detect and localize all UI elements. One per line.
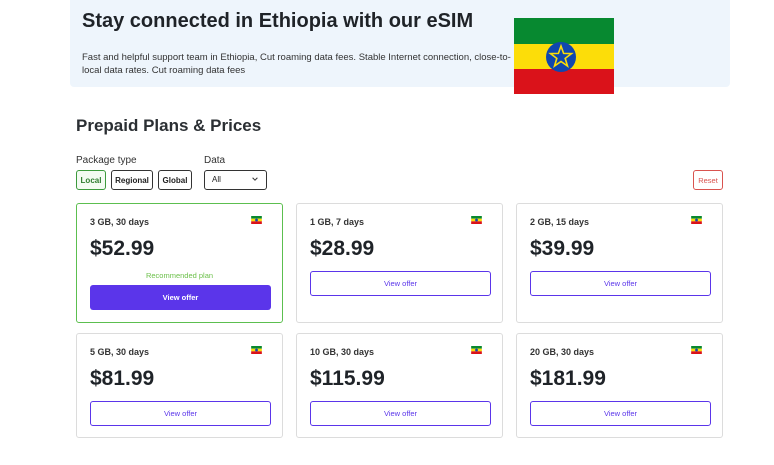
ethiopia-flag-icon [691, 346, 702, 354]
plan-subtitle: 5 GB, 30 days [90, 347, 150, 357]
ethiopia-flag-icon [471, 346, 482, 354]
view-offer-button[interactable]: View offer [310, 401, 491, 426]
view-offer-button[interactable]: View offer [90, 285, 271, 310]
plan-subtitle: 20 GB, 30 days [530, 347, 595, 357]
plan-price: $52.99 [90, 237, 155, 260]
package-type-label: Package type [76, 155, 137, 166]
view-offer-button[interactable]: View offer [310, 271, 491, 296]
ethiopia-flag-icon [251, 346, 262, 354]
data-select-value: All [212, 175, 221, 184]
plan-card: 2 GB, 15 days $39.99 View offer [516, 203, 723, 323]
filter-regional-button[interactable]: Regional [111, 170, 153, 190]
view-offer-button[interactable]: View offer [530, 401, 711, 426]
recommended-badge: Recommended plan [145, 271, 214, 280]
section-title: Prepaid Plans & Prices [76, 116, 262, 135]
chevron-down-icon [252, 177, 258, 181]
data-label: Data [204, 155, 226, 166]
plan-card: 20 GB, 30 days $181.99 View offer [516, 333, 723, 438]
hero-banner: Stay connected in Ethiopia with our eSIM… [70, 0, 730, 94]
ethiopia-flag-icon [514, 18, 614, 94]
ethiopia-flag-icon [251, 216, 262, 224]
reset-button[interactable]: Reset [693, 170, 723, 190]
plan-price: $28.99 [310, 237, 375, 260]
plan-card: 1 GB, 7 days $28.99 View offer [296, 203, 503, 323]
plan-subtitle: 10 GB, 30 days [310, 347, 375, 357]
plan-card: 5 GB, 30 days $81.99 View offer [76, 333, 283, 438]
view-offer-button[interactable]: View offer [530, 271, 711, 296]
data-select[interactable]: All [204, 170, 267, 190]
view-offer-button[interactable]: View offer [90, 401, 271, 426]
plan-price: $181.99 [530, 367, 606, 390]
filter-global-button[interactable]: Global [158, 170, 192, 190]
ethiopia-flag-icon [691, 216, 702, 224]
plan-price: $39.99 [530, 237, 595, 260]
plan-subtitle: 2 GB, 15 days [530, 217, 590, 227]
plan-price: $81.99 [90, 367, 155, 390]
filter-local-button[interactable]: Local [76, 170, 106, 190]
hero-title: Stay connected in Ethiopia with our eSIM [82, 10, 474, 32]
plan-price: $115.99 [310, 367, 385, 390]
plan-subtitle: 3 GB, 30 days [90, 217, 150, 227]
plan-card: 3 GB, 30 days $52.99 Recommended plan Vi… [76, 203, 283, 323]
plan-subtitle: 1 GB, 7 days [310, 217, 365, 227]
plan-card: 10 GB, 30 days $115.99 View offer [296, 333, 503, 438]
ethiopia-flag-icon [471, 216, 482, 224]
hero-description: Fast and helpful support team in Ethiopi… [82, 52, 511, 76]
